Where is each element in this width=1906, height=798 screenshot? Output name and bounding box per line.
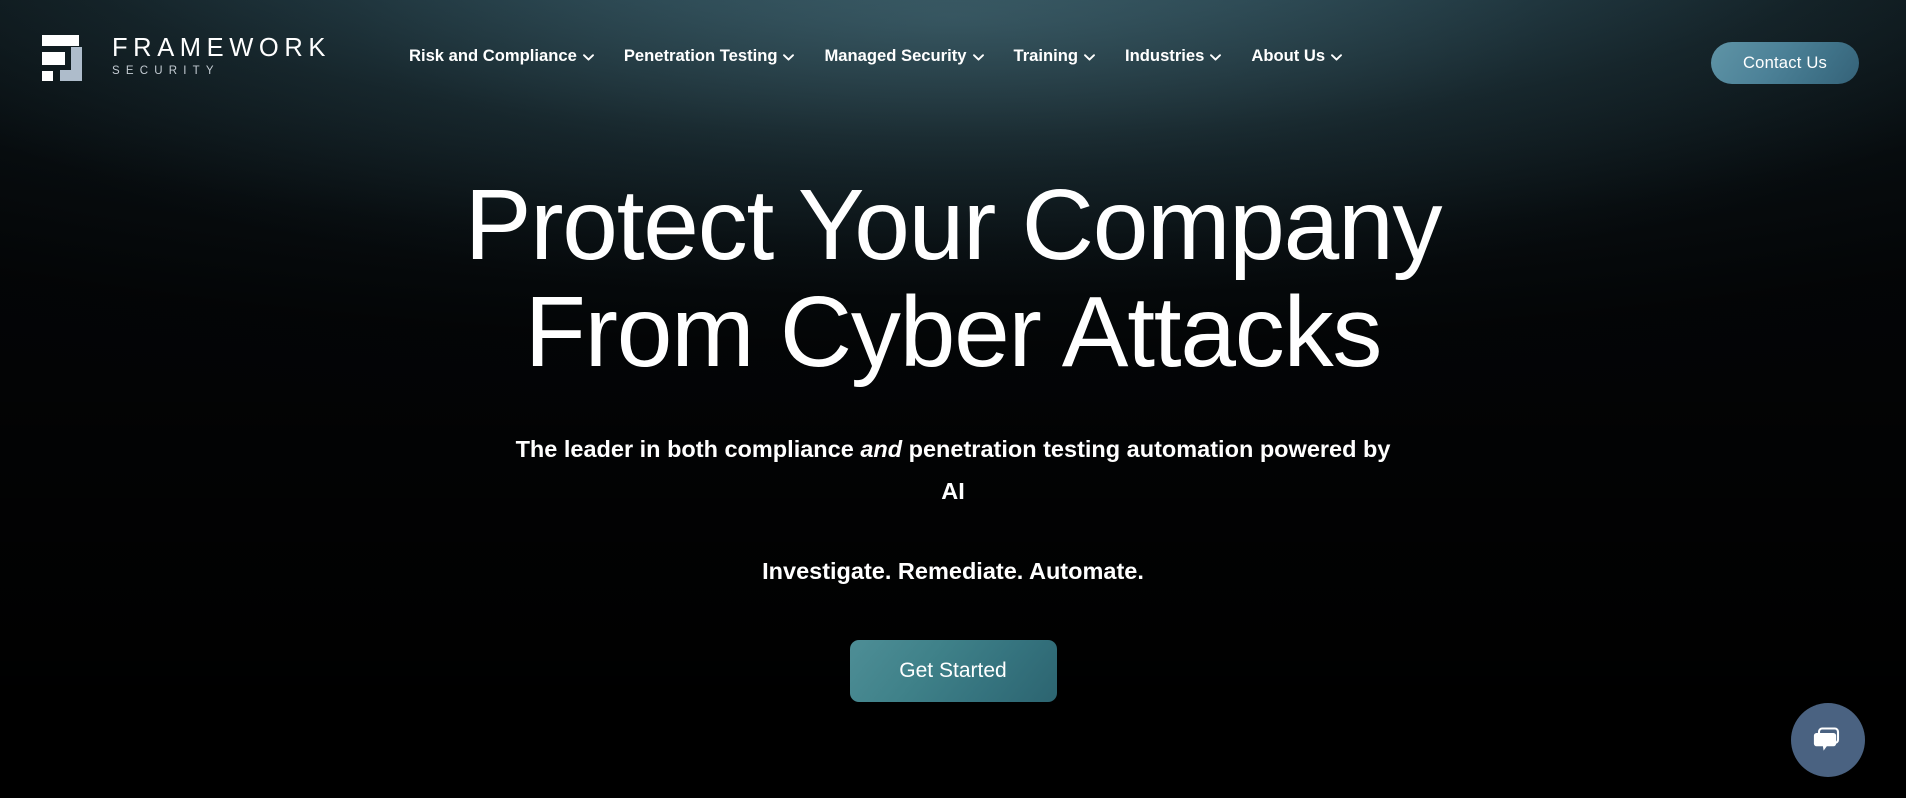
nav-label: Managed Security [824,46,967,66]
nav-item-penetration-testing[interactable]: Penetration Testing [624,42,795,71]
brand-wordmark: FRAMEWORK SECURITY [112,34,331,77]
nav-item-training[interactable]: Training [1014,42,1096,71]
headline-line-1: Protect Your Company [464,169,1443,281]
nav-label: Risk and Compliance [408,46,577,66]
chat-bubble-icon [1813,727,1840,751]
get-started-button[interactable]: Get Started [849,640,1057,703]
chevron-down-icon [1331,54,1343,61]
subhead-text-after: penetration testing automation powered b… [902,436,1391,504]
chevron-down-icon [783,54,795,61]
chat-widget-button[interactable] [1791,703,1865,777]
nav-label: About Us [1251,46,1326,66]
brand-subtitle: SECURITY [112,64,220,77]
subhead-text-before: The leader in both compliance [515,436,861,462]
nav-item-managed-security[interactable]: Managed Security [824,42,984,71]
nav-label: Industries [1125,46,1205,66]
nav-label: Penetration Testing [623,46,778,66]
contact-us-button[interactable]: Contact Us [1711,42,1859,84]
nav-label: Training [1013,46,1079,66]
main-navigation: Risk and Compliance Penetration Testing … [409,42,1343,71]
framework-logo-mark-icon [42,34,82,81]
nav-item-about-us[interactable]: About Us [1251,42,1343,71]
brand-logo-link[interactable]: FRAMEWORK SECURITY [36,29,331,85]
hero-subheadline: The leader in both compliance and penetr… [513,429,1393,513]
nav-item-risk-and-compliance[interactable]: Risk and Compliance [409,42,594,71]
chevron-down-icon [582,54,594,61]
chevron-down-icon [972,54,984,61]
chevron-down-icon [1084,54,1095,61]
subhead-emphasis: and [860,436,903,462]
brand-name: FRAMEWORK [112,34,331,62]
headline-line-2: From Cyber Attacks [524,275,1383,388]
site-header: FRAMEWORK SECURITY Risk and Compliance P… [0,0,1906,113]
page-root: FRAMEWORK SECURITY Risk and Compliance P… [0,0,1906,798]
nav-item-industries[interactable]: Industries [1125,42,1222,71]
chevron-down-icon [1210,54,1222,61]
hero-tagline: Investigate. Remediate. Automate. [762,557,1144,584]
page-title: Protect Your Company From Cyber Attacks [464,169,1443,388]
